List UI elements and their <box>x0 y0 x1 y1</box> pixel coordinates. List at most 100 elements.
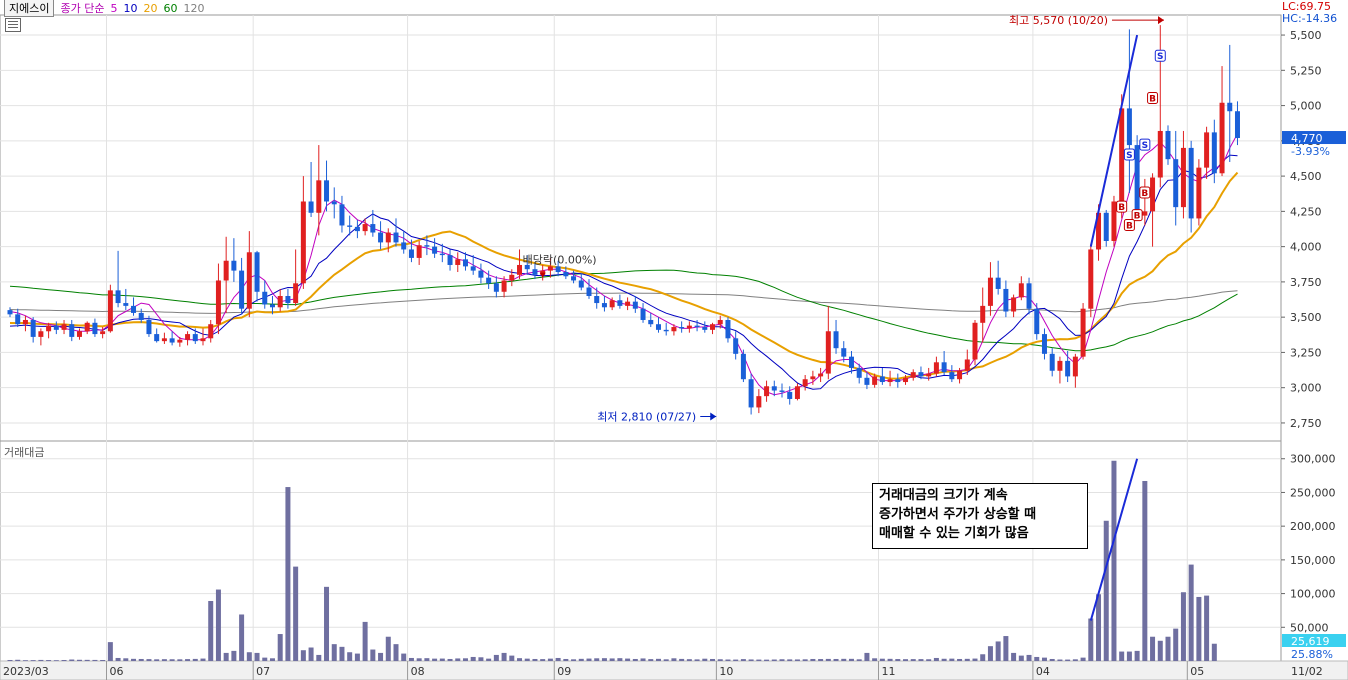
candle-body <box>192 334 198 342</box>
candle-body <box>478 270 484 278</box>
volume-bar <box>462 658 468 661</box>
candle-body <box>493 283 499 292</box>
high-annotation: 최고 5,570 (10/20) <box>1009 14 1108 27</box>
grid-menu-icon[interactable] <box>5 18 21 32</box>
volume-bar <box>941 658 947 661</box>
candle-body <box>308 201 314 213</box>
volume-bar <box>509 655 515 661</box>
candle-body <box>1126 108 1132 146</box>
candle-body <box>957 370 963 380</box>
volume-bar <box>1173 628 1179 661</box>
volume-bar <box>918 659 924 661</box>
candle-body <box>1165 130 1171 160</box>
candle-body <box>563 272 569 277</box>
volume-bar <box>1003 636 1009 661</box>
candle-body <box>277 296 283 308</box>
volume-bar <box>1188 564 1194 661</box>
ma-period-5[interactable]: 5 <box>110 2 117 15</box>
volume-bar <box>262 657 268 661</box>
candle-body <box>1119 108 1125 202</box>
volume-bar <box>671 658 677 661</box>
ma-period-20[interactable]: 20 <box>143 2 157 15</box>
volume-bar <box>1096 594 1102 661</box>
candle-body <box>625 301 631 306</box>
current-volume-pct: 25.88% <box>1291 648 1333 661</box>
candle-body <box>432 246 438 254</box>
volume-bar <box>1026 654 1032 661</box>
candle-body <box>617 300 623 306</box>
candle-body <box>455 259 461 265</box>
candle <box>1088 243 1094 318</box>
volume-bar <box>810 658 816 661</box>
signal-label: B <box>1134 212 1141 222</box>
candle-body <box>555 266 561 273</box>
time-tick-label: 07 <box>256 665 270 678</box>
volume-bar <box>995 641 1001 661</box>
candle <box>1165 125 1171 165</box>
chart-header: 지에스이 종가 단순 5 10 20 60 120 <box>4 0 204 17</box>
candle-body <box>1234 111 1240 139</box>
volume-bar <box>710 658 716 661</box>
candle-body <box>1103 212 1109 241</box>
candle-body <box>161 338 167 342</box>
volume-bar <box>131 658 137 661</box>
ma-period-10[interactable]: 10 <box>123 2 137 15</box>
candle-body <box>833 331 839 349</box>
volume-bar <box>872 658 878 661</box>
volume-bar <box>277 634 283 661</box>
volume-bar <box>447 658 453 661</box>
volume-tick-label: 250,000 <box>1290 486 1336 499</box>
volume-bar <box>532 658 538 661</box>
signal-label: B <box>1126 221 1133 231</box>
volume-bar <box>864 652 870 661</box>
candle-body <box>362 224 368 232</box>
candle-body <box>1111 201 1117 241</box>
candle-body <box>717 319 723 325</box>
signal-label: B <box>1118 203 1125 213</box>
volume-bar <box>239 614 245 661</box>
signal-label: B <box>1141 189 1148 199</box>
low-annotation: 최저 2,810 (07/27) <box>597 410 696 423</box>
volume-bar <box>215 589 221 661</box>
volume-tick-label: 50,000 <box>1290 621 1329 634</box>
candle-body <box>462 259 468 267</box>
volume-bar <box>702 658 708 661</box>
candle-body <box>933 362 939 374</box>
volume-bar <box>385 636 391 661</box>
volume-bar <box>107 642 113 661</box>
stock-name-box[interactable]: 지에스이 <box>4 0 55 17</box>
volume-bar <box>802 659 808 661</box>
ma-period-60[interactable]: 60 <box>163 2 177 15</box>
candle-body <box>470 266 476 271</box>
volume-bar <box>586 658 592 661</box>
volume-bar <box>100 659 106 661</box>
volume-bar <box>571 659 577 661</box>
volume-bar <box>1204 595 1210 661</box>
volume-tick-label: 200,000 <box>1290 520 1336 533</box>
volume-bar <box>53 660 59 661</box>
volume-bar <box>903 659 909 661</box>
candle-body <box>547 266 553 271</box>
volume-bar <box>771 659 777 661</box>
current-volume-label: 25,619 <box>1291 635 1330 648</box>
candle-body <box>154 334 160 342</box>
volume-bar <box>818 659 824 661</box>
volume-bar <box>787 659 793 661</box>
volume-bar <box>378 652 384 661</box>
volume-bar <box>910 659 916 661</box>
ma-period-120[interactable]: 120 <box>183 2 204 15</box>
volume-bar <box>563 658 569 661</box>
candle-body <box>300 201 306 284</box>
candle-body <box>316 180 322 213</box>
candle-body <box>601 303 607 308</box>
volume-bar <box>501 652 507 661</box>
time-tick-label: 11 <box>882 665 896 678</box>
signal-label: S <box>1142 141 1148 151</box>
volume-bar <box>779 659 785 661</box>
candle-body <box>15 314 21 325</box>
volume-bar <box>540 659 546 661</box>
volume-bar <box>655 658 661 661</box>
candle-body <box>679 327 685 329</box>
volume-bar <box>455 658 461 661</box>
volume-bar <box>15 659 21 661</box>
